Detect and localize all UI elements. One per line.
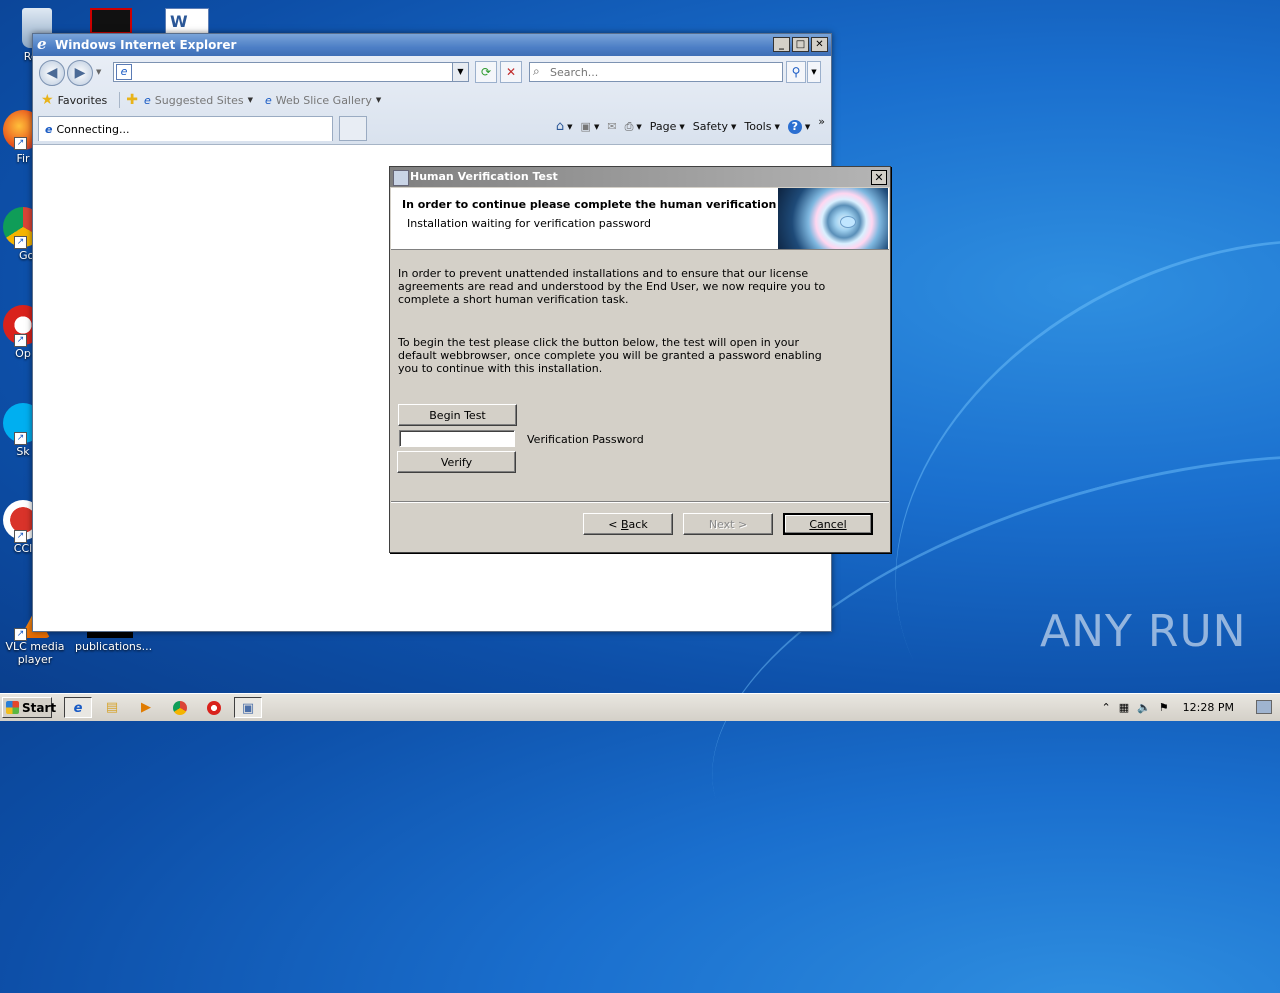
anyrun-watermark: ANY RUN (1040, 606, 1247, 657)
tab-bar: e Connecting... ⌂ ▼ ▣ ▼ ✉ ⎙ ▼ Page ▼ Safety ▼… (33, 115, 831, 142)
dialog-titlebar[interactable]: Human Verification Test ✕ (390, 167, 890, 187)
taskbar-chrome-icon[interactable] (166, 697, 194, 718)
search-options-icon[interactable]: ▼ (807, 61, 821, 83)
help-menu[interactable]: ? ▼ (787, 119, 810, 134)
address-bar[interactable]: e ▼ (113, 62, 469, 82)
ie-toolbar-area: ◀ ▶ ▼ e ▼ ⟳ ✕ ⌕ ⚲ ▼ ★Favorites ✚ eSugges… (33, 56, 831, 145)
search-provider-icon: ⌕ (533, 64, 540, 78)
home-icon: ⌂ (555, 119, 565, 134)
taskbar-media-player-icon[interactable]: ▶ (132, 697, 160, 718)
printer-icon: ⎙ (624, 119, 634, 133)
address-dropdown-icon[interactable]: ▼ (452, 63, 468, 81)
network-icon[interactable]: ▦ (1119, 701, 1129, 714)
new-tab-button[interactable] (339, 116, 367, 141)
shortcut-arrow-icon: ↗ (14, 432, 27, 445)
begin-test-button[interactable]: Begin Test (398, 404, 517, 426)
pdf-file-icon[interactable] (90, 8, 132, 34)
system-tray: ⌃ ▦ 🔈 ⚑ 12:28 PM (1093, 696, 1280, 718)
shortcut-arrow-icon: ↗ (14, 137, 27, 150)
taskbar-opera-icon[interactable] (200, 697, 228, 718)
chevron-down-icon: ▼ (375, 96, 382, 104)
search-box[interactable]: ⌕ (529, 62, 783, 82)
mail-button[interactable]: ✉ (607, 120, 616, 133)
ie-logo-icon: e (37, 35, 47, 53)
human-verification-dialog[interactable]: Human Verification Test ✕ In order to co… (389, 166, 891, 553)
back-arrow-icon[interactable]: ◀ (39, 60, 65, 86)
cancel-button[interactable]: Cancel (783, 513, 873, 535)
shortcut-arrow-icon: ↗ (14, 334, 27, 347)
dialog-title: Human Verification Test (410, 170, 558, 183)
verification-password-field[interactable] (399, 430, 518, 448)
safety-menu[interactable]: Safety ▼ (693, 120, 737, 133)
installer-icon (393, 170, 409, 186)
dialog-paragraph-1: In order to prevent unattended installat… (398, 267, 826, 306)
suggested-sites-link[interactable]: e Suggested Sites ▼ (144, 94, 253, 107)
refresh-icon[interactable]: ⟳ (475, 61, 497, 83)
start-button[interactable]: Start (2, 697, 56, 718)
page-icon: e (144, 93, 151, 107)
shortcut-arrow-icon: ↗ (14, 530, 27, 543)
tab-connecting[interactable]: e Connecting... (38, 116, 333, 141)
stop-icon[interactable]: ✕ (500, 61, 522, 83)
shortcut-arrow-icon: ↗ (14, 236, 27, 249)
dialog-body: In order to prevent unattended installat… (398, 267, 828, 375)
star-icon: ★ (41, 92, 54, 108)
page-menu[interactable]: Page ▼ (650, 120, 685, 133)
clock[interactable]: 12:28 PM (1183, 701, 1234, 714)
verification-password-input[interactable] (400, 431, 518, 448)
maximize-button[interactable]: □ (792, 37, 809, 52)
forward-arrow-icon[interactable]: ▶ (67, 60, 93, 86)
dialog-heading: In order to continue please complete the… (402, 198, 805, 211)
search-icon[interactable]: ⚲ (786, 61, 806, 83)
minimize-button[interactable]: _ (773, 37, 790, 52)
nav-dropdown-icon[interactable]: ▼ (96, 68, 101, 76)
page-icon: e (265, 93, 272, 107)
print-button[interactable]: ⎙ ▼ (625, 120, 642, 134)
action-center-flag-icon[interactable]: ⚑ (1159, 701, 1169, 714)
windows-logo-icon (6, 701, 19, 714)
feeds-button[interactable]: ▣ ▼ (581, 120, 600, 133)
close-button[interactable]: ✕ (811, 37, 828, 52)
volume-icon[interactable]: 🔈 (1137, 701, 1151, 714)
address-input[interactable] (134, 63, 448, 81)
chevron-down-icon: ▼ (247, 96, 253, 104)
dialog-paragraph-2: To begin the test please click the butto… (398, 336, 822, 375)
back-button[interactable]: < Back (583, 513, 673, 535)
more-commands-icon[interactable]: » (818, 115, 825, 128)
favorites-bar: ★ Favorites ✚ e Suggested Sites ▼ e Web Slic… (33, 90, 839, 110)
help-icon: ? (787, 119, 802, 134)
show-hidden-icons-icon[interactable]: ⌃ (1101, 701, 1110, 714)
taskbar-explorer-icon[interactable]: ▤ (98, 697, 126, 718)
shortcut-arrow-icon: ↗ (14, 628, 27, 641)
page-icon: e (45, 122, 53, 136)
web-slice-gallery-link[interactable]: e Web Slice Gallery ▼ (265, 94, 381, 107)
taskbar: Start e ▤ ▶ ▣ ⌃ ▦ 🔈 ⚑ 12:28 PM (0, 693, 1280, 721)
ie-titlebar[interactable]: e Windows Internet Explorer _ □ ✕ (33, 34, 831, 56)
mail-icon: ✉ (607, 120, 617, 133)
home-button[interactable]: ⌂ ▼ (556, 119, 573, 134)
search-input[interactable] (548, 63, 772, 81)
taskbar-installer-icon[interactable]: ▣ (234, 697, 262, 718)
command-bar: ⌂ ▼ ▣ ▼ ✉ ⎙ ▼ Page ▼ Safety ▼ Tools ▼ ? ▼ » (556, 115, 825, 134)
show-desktop-button[interactable] (1256, 700, 1272, 714)
word-file-icon[interactable]: W (165, 8, 209, 34)
verify-button[interactable]: Verify (397, 451, 516, 473)
ie-window-title: Windows Internet Explorer (55, 38, 237, 52)
page-icon: e (116, 64, 132, 80)
dialog-subheading: Installation waiting for verification pa… (407, 217, 652, 230)
verification-password-label: Verification Password (527, 433, 644, 446)
add-favorites-icon[interactable]: ✚ (126, 92, 138, 108)
next-button[interactable]: Next > (683, 513, 773, 535)
favorites-button[interactable]: ★ Favorites (41, 92, 107, 108)
dialog-header: In order to continue please complete the… (391, 188, 889, 250)
rss-icon: ▣ (580, 120, 591, 133)
tools-menu[interactable]: Tools ▼ (744, 120, 780, 133)
dialog-separator (391, 501, 889, 503)
divider (119, 92, 121, 108)
dialog-close-button[interactable]: ✕ (871, 170, 887, 185)
taskbar-ie-icon[interactable]: e (64, 697, 92, 718)
cd-disc-image (778, 188, 888, 249)
